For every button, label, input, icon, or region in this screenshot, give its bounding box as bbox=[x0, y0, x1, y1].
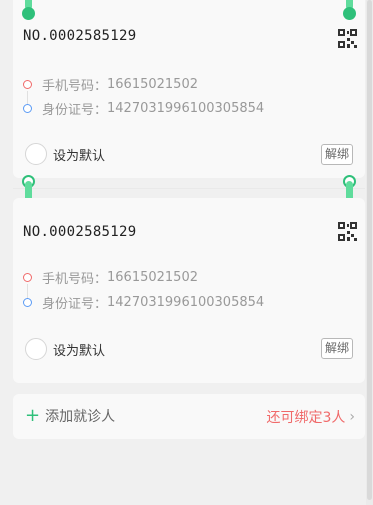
phone-value: 16615021502 bbox=[107, 270, 198, 285]
remaining-bindings[interactable]: 还可绑定3人 › bbox=[266, 407, 355, 427]
id-row: 身份证号： 1427031996100305854 bbox=[23, 293, 264, 312]
qr-code-icon[interactable] bbox=[338, 29, 357, 48]
plus-icon: + bbox=[25, 405, 41, 426]
set-default-label: 设为默认 bbox=[53, 343, 106, 359]
radio-icon[interactable] bbox=[25, 338, 47, 360]
phone-dot-icon bbox=[23, 80, 32, 89]
ring-icon bbox=[22, 7, 35, 20]
unbind-button[interactable]: 解绑 bbox=[320, 338, 353, 359]
patient-list-page: NO.0002585129 手机号码： 16615021502 身份证号： 14… bbox=[0, 0, 373, 505]
add-patient-label: 添加就诊人 bbox=[45, 409, 116, 425]
add-patient-row[interactable]: + 添加就诊人 还可绑定3人 › bbox=[13, 394, 365, 439]
patient-card[interactable]: NO.0002585129 手机号码： 16615021502 身份证号： 14… bbox=[13, 0, 365, 178]
radio-icon[interactable] bbox=[25, 143, 47, 165]
id-dot-icon bbox=[23, 104, 32, 113]
phone-label: 手机号码： bbox=[42, 272, 108, 287]
card-number: NO.0002585129 bbox=[23, 28, 137, 44]
id-dot-icon bbox=[23, 298, 32, 307]
set-default-label: 设为默认 bbox=[53, 148, 106, 164]
card-divider bbox=[13, 188, 365, 189]
phone-label: 手机号码： bbox=[42, 79, 108, 94]
phone-row: 手机号码： 16615021502 bbox=[23, 268, 198, 287]
unbind-button[interactable]: 解绑 bbox=[320, 144, 353, 165]
scrollbar[interactable] bbox=[366, 0, 373, 505]
ring-icon bbox=[343, 7, 356, 20]
id-label: 身份证号： bbox=[42, 297, 108, 312]
patient-card[interactable]: NO.0002585129 手机号码： 16615021502 身份证号： 14… bbox=[13, 198, 365, 383]
add-patient-button[interactable]: + 添加就诊人 bbox=[25, 406, 115, 426]
id-value: 1427031996100305854 bbox=[107, 101, 265, 116]
phone-dot-icon bbox=[23, 273, 32, 282]
remaining-label: 还可绑定3人 bbox=[266, 410, 346, 426]
chevron-right-icon: › bbox=[349, 409, 355, 425]
set-default-toggle[interactable]: 设为默认 bbox=[25, 338, 105, 360]
scrollbar-thumb[interactable] bbox=[367, 0, 372, 500]
id-label: 身份证号： bbox=[42, 103, 108, 118]
id-row: 身份证号： 1427031996100305854 bbox=[23, 99, 264, 118]
id-value: 1427031996100305854 bbox=[107, 295, 265, 310]
set-default-toggle[interactable]: 设为默认 bbox=[25, 143, 105, 165]
qr-code-icon[interactable] bbox=[338, 222, 357, 241]
card-number: NO.0002585129 bbox=[23, 224, 137, 240]
phone-value: 16615021502 bbox=[107, 77, 198, 92]
phone-row: 手机号码： 16615021502 bbox=[23, 75, 198, 94]
